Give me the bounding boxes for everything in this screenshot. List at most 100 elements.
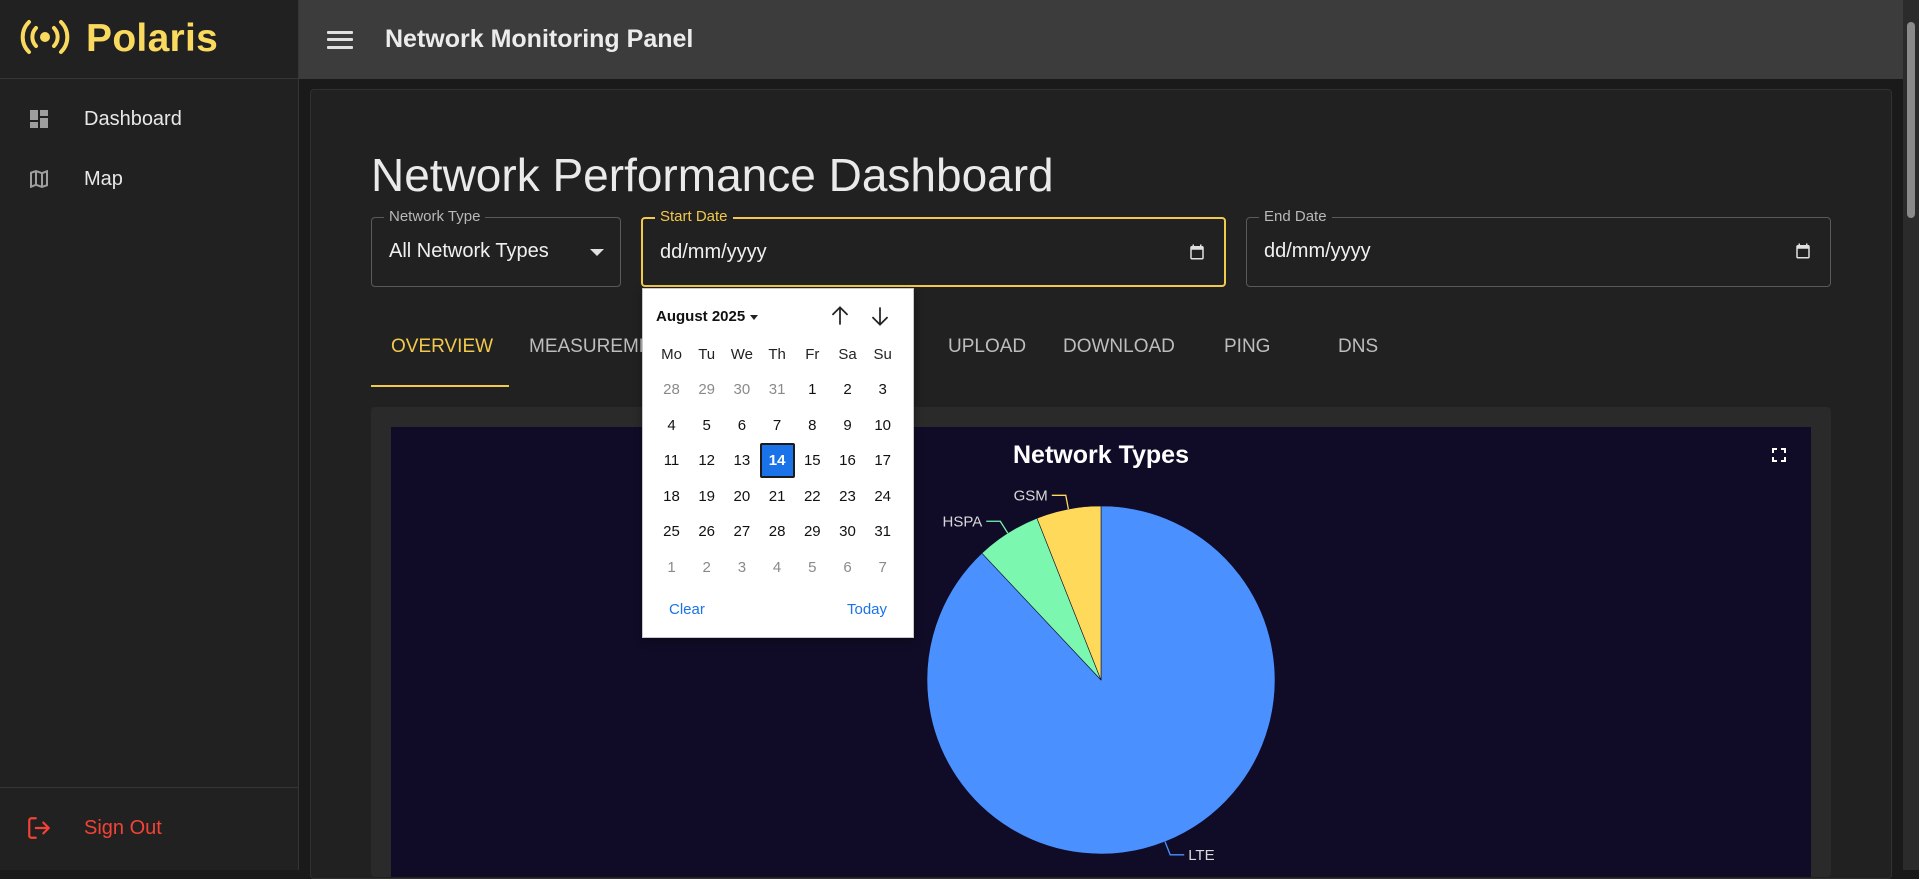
date-picker: August 2025 Mo Tu We Th Fr Sa Su 28 29 30 31 1 2 3 4 5 6… xyxy=(642,288,914,638)
weekday-header: Fr xyxy=(805,346,820,363)
tab-ping[interactable]: PING xyxy=(1224,336,1270,386)
month-year-label: August 2025 xyxy=(656,308,746,325)
dashboard-icon xyxy=(26,106,52,132)
logout-icon xyxy=(26,815,52,841)
calendar-day[interactable]: 3 xyxy=(865,372,900,407)
calendar-day[interactable]: 1 xyxy=(795,372,830,407)
end-date-label: End Date xyxy=(1259,208,1332,225)
calendar-day[interactable]: 26 xyxy=(689,514,724,549)
end-date-field[interactable]: End Date dd/mm/yyyy xyxy=(1246,208,1831,287)
calendar-day[interactable]: 10 xyxy=(865,408,900,443)
start-date-field[interactable]: Start Date dd/mm/yyyy xyxy=(641,208,1226,287)
calendar-day[interactable]: 4 xyxy=(654,408,689,443)
pie-chart: LTE HSPA GSM xyxy=(926,487,1276,864)
calendar-day[interactable]: 29 xyxy=(795,514,830,549)
calendar-day[interactable]: 8 xyxy=(795,408,830,443)
menu-icon[interactable] xyxy=(325,28,355,52)
brand[interactable]: Polaris xyxy=(0,0,298,79)
calendar-icon[interactable] xyxy=(1188,243,1206,261)
calendar-day[interactable]: 6 xyxy=(724,408,759,443)
pie-label: LTE xyxy=(1188,847,1214,864)
sidebar-item-label: Map xyxy=(84,167,123,190)
weekday-header: Su xyxy=(873,346,892,363)
scrollbar-thumb[interactable] xyxy=(1907,22,1915,218)
calendar-day[interactable]: 16 xyxy=(830,443,865,478)
pie-label-connector xyxy=(1051,494,1070,510)
tab-upload[interactable]: UPLOAD xyxy=(948,336,1026,386)
calendar-day[interactable]: 25 xyxy=(654,514,689,549)
weekday-header: We xyxy=(730,346,753,363)
today-button[interactable]: Today xyxy=(847,601,887,618)
calendar-day[interactable]: 5 xyxy=(795,550,830,585)
calendar-day[interactable]: 7 xyxy=(760,408,795,443)
calendar-day[interactable]: 2 xyxy=(689,550,724,585)
calendar-day[interactable]: 3 xyxy=(724,550,759,585)
calendar-day[interactable]: 12 xyxy=(689,443,724,478)
page-scrollbar[interactable] xyxy=(1903,0,1919,870)
clear-button[interactable]: Clear xyxy=(669,601,705,618)
calendar-day[interactable]: 1 xyxy=(654,550,689,585)
calendar-day[interactable]: 4 xyxy=(760,550,795,585)
tab-download[interactable]: DOWNLOAD xyxy=(1063,336,1175,386)
sidebar: Polaris Dashboard Map Sign Out xyxy=(0,0,299,870)
map-icon xyxy=(26,166,52,192)
calendar-day[interactable]: 24 xyxy=(865,479,900,514)
pie-label: GSM xyxy=(1014,487,1048,504)
calendar-day[interactable]: 19 xyxy=(689,479,724,514)
calendar-day[interactable]: 28 xyxy=(654,372,689,407)
month-year-selector[interactable]: August 2025 xyxy=(656,308,759,325)
pie-label-connector xyxy=(986,520,1009,534)
pie-label-connector xyxy=(1164,841,1185,856)
tab-dns[interactable]: DNS xyxy=(1338,336,1378,386)
calendar-day[interactable]: 21 xyxy=(760,479,795,514)
weekday-header: Sa xyxy=(838,346,857,363)
calendar-day[interactable]: 2 xyxy=(830,372,865,407)
pie-label: HSPA xyxy=(943,513,983,530)
calendar-day[interactable]: 18 xyxy=(654,479,689,514)
calendar-day[interactable]: 17 xyxy=(865,443,900,478)
calendar-day[interactable]: 28 xyxy=(760,514,795,549)
network-type-select[interactable]: Network Type All Network Types xyxy=(371,208,621,287)
sidebar-item-map[interactable]: Map xyxy=(0,149,298,209)
calendar-day[interactable]: 22 xyxy=(795,479,830,514)
calendar-day[interactable]: 9 xyxy=(830,408,865,443)
calendar-day[interactable]: 15 xyxy=(795,443,830,478)
calendar-day[interactable]: 5 xyxy=(689,408,724,443)
calendar-day[interactable]: 14 xyxy=(759,443,795,478)
sidebar-item-label: Dashboard xyxy=(84,107,182,130)
end-date-value: dd/mm/yyyy xyxy=(1264,240,1371,262)
sidebar-item-dashboard[interactable]: Dashboard xyxy=(0,89,298,149)
fullscreen-icon[interactable] xyxy=(1767,443,1791,467)
network-type-value: All Network Types xyxy=(389,240,549,262)
calendar-day[interactable]: 13 xyxy=(724,443,759,478)
calendar-day[interactable]: 7 xyxy=(865,550,900,585)
calendar-day[interactable]: 30 xyxy=(724,372,759,407)
calendar-day[interactable]: 27 xyxy=(724,514,759,549)
calendar-day[interactable]: 31 xyxy=(760,372,795,407)
app-name: Polaris xyxy=(86,17,219,60)
active-tab-indicator xyxy=(371,385,509,387)
broadcast-icon xyxy=(18,17,72,62)
calendar-day[interactable]: 23 xyxy=(830,479,865,514)
page-title: Network Performance Dashboard xyxy=(371,149,1054,201)
start-date-value: dd/mm/yyyy xyxy=(660,241,767,263)
calendar-day[interactable]: 31 xyxy=(865,514,900,549)
arrow-up-icon[interactable] xyxy=(827,303,853,329)
network-type-label: Network Type xyxy=(384,208,486,225)
weekday-header: Mo xyxy=(661,346,682,363)
calendar-icon[interactable] xyxy=(1794,242,1812,260)
sign-out-button[interactable]: Sign Out xyxy=(0,798,298,858)
calendar-day[interactable]: 20 xyxy=(724,479,759,514)
calendar-day[interactable]: 6 xyxy=(830,550,865,585)
calendar-day[interactable]: 30 xyxy=(830,514,865,549)
start-date-label: Start Date xyxy=(655,208,733,225)
caret-down-icon xyxy=(750,314,759,320)
arrow-down-icon[interactable] xyxy=(867,303,893,329)
sign-out-label: Sign Out xyxy=(84,816,162,839)
calendar-day[interactable]: 29 xyxy=(689,372,724,407)
tab-overview[interactable]: OVERVIEW xyxy=(391,336,493,386)
weekday-header: Tu xyxy=(698,346,716,363)
calendar-day[interactable]: 11 xyxy=(654,443,689,478)
header-title: Network Monitoring Panel xyxy=(385,25,694,53)
chart-title: Network Types xyxy=(1013,441,1189,469)
